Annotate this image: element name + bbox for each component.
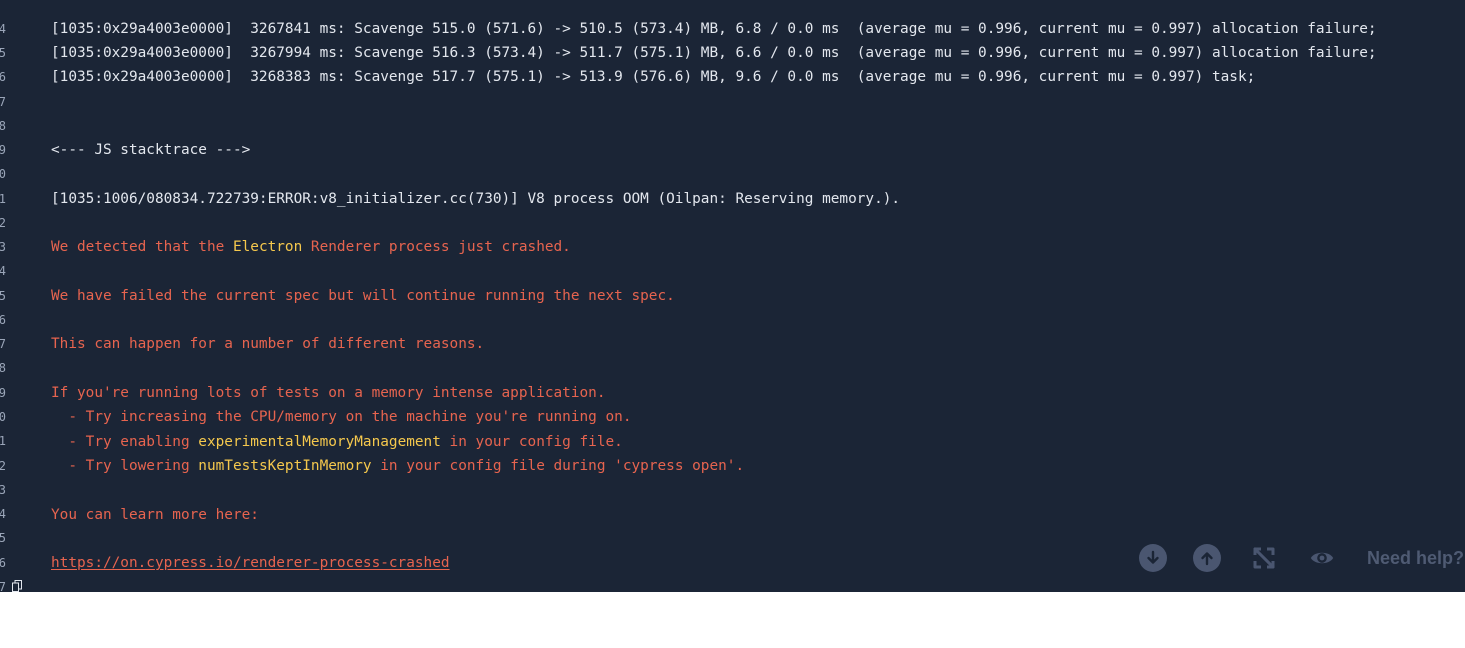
tip-lower-tests: - Try lowering numTestsKeptInMemory in y… [51, 457, 744, 475]
need-help-button[interactable]: Need help? [1367, 547, 1464, 569]
tip-increase-memory: - Try increasing the CPU/memory on the m… [51, 409, 632, 425]
view-toggle-button[interactable] [1309, 544, 1335, 572]
line-number: 8 [0, 119, 6, 133]
line-number: 7 [0, 337, 6, 351]
line-number: 1 [0, 434, 6, 448]
line-number: 5 [0, 46, 6, 60]
failed-spec-message: We have failed the current spec but will… [51, 288, 675, 304]
line-number: 4 [0, 264, 6, 278]
line-number: 4 [0, 507, 6, 521]
line-number: 2 [0, 459, 6, 473]
line-number: 0 [0, 167, 6, 181]
expand-icon [1253, 547, 1275, 569]
line-number: 1 [0, 192, 6, 206]
line-number: 3 [0, 240, 6, 254]
config-option-highlight: experimentalMemoryManagement [198, 434, 441, 450]
scroll-up-button[interactable] [1193, 544, 1221, 572]
crash-detected-message: We detected that the Electron Renderer p… [51, 238, 571, 256]
line-number-gutter: 4 5 6 7 8 9 0 1 2 3 4 5 6 7 8 9 0 1 2 3 … [0, 0, 8, 592]
line-number: 6 [0, 313, 6, 327]
eye-icon [1310, 552, 1334, 564]
line-number: 9 [0, 143, 6, 157]
line-number: 2 [0, 216, 6, 230]
line-number: 9 [0, 386, 6, 400]
line-number: 7 [0, 95, 6, 109]
line-number: 5 [0, 289, 6, 303]
gc-log-line: [1035:0x29a4003e0000] 3267994 ms: Scaven… [51, 45, 1377, 61]
arrow-down-circle-icon [1147, 550, 1159, 564]
crash-detected-text: Renderer process just crashed. [302, 239, 571, 255]
crash-detected-text: We detected that the [51, 239, 233, 255]
renderer-crash-docs-link[interactable]: https://on.cypress.io/renderer-process-c… [51, 554, 450, 572]
expand-button[interactable] [1251, 544, 1277, 572]
learn-more-message: You can learn more here: [51, 507, 259, 523]
line-number: 3 [0, 483, 6, 497]
stacktrace-header: <--- JS stacktrace ---> [51, 142, 251, 158]
arrow-up-circle-icon [1201, 552, 1213, 566]
tip-text: in your config file. [440, 434, 623, 450]
gc-log-line: [1035:0x29a4003e0000] 3268383 ms: Scaven… [51, 69, 1256, 85]
line-number: 8 [0, 361, 6, 375]
oom-error-line: [1035:1006/080834.722739:ERROR:v8_initia… [51, 191, 901, 207]
copy-icon[interactable] [12, 580, 22, 592]
tip-experimental-memory: - Try enabling experimentalMemoryManagem… [51, 433, 623, 451]
gc-log-line: [1035:0x29a4003e0000] 3267841 ms: Scaven… [51, 21, 1377, 37]
line-number: 6 [0, 70, 6, 84]
config-option-highlight: numTestsKeptInMemory [198, 458, 372, 474]
terminal-log-panel: 4 5 6 7 8 9 0 1 2 3 4 5 6 7 8 9 0 1 2 3 … [0, 0, 1465, 592]
tip-text: in your config file during 'cypress open… [371, 458, 745, 474]
reasons-message: This can happen for a number of differen… [51, 336, 485, 352]
line-number: 7 [0, 580, 6, 592]
line-number: 0 [0, 410, 6, 424]
line-number: 4 [0, 22, 6, 36]
line-number: 5 [0, 531, 6, 545]
tip-text: - Try enabling [51, 434, 199, 450]
memory-intense-message: If you're running lots of tests on a mem… [51, 385, 606, 401]
tip-text: - Try lowering [51, 458, 199, 474]
scroll-down-button[interactable] [1139, 544, 1167, 572]
line-number: 6 [0, 556, 6, 570]
electron-highlight: Electron [232, 239, 303, 255]
